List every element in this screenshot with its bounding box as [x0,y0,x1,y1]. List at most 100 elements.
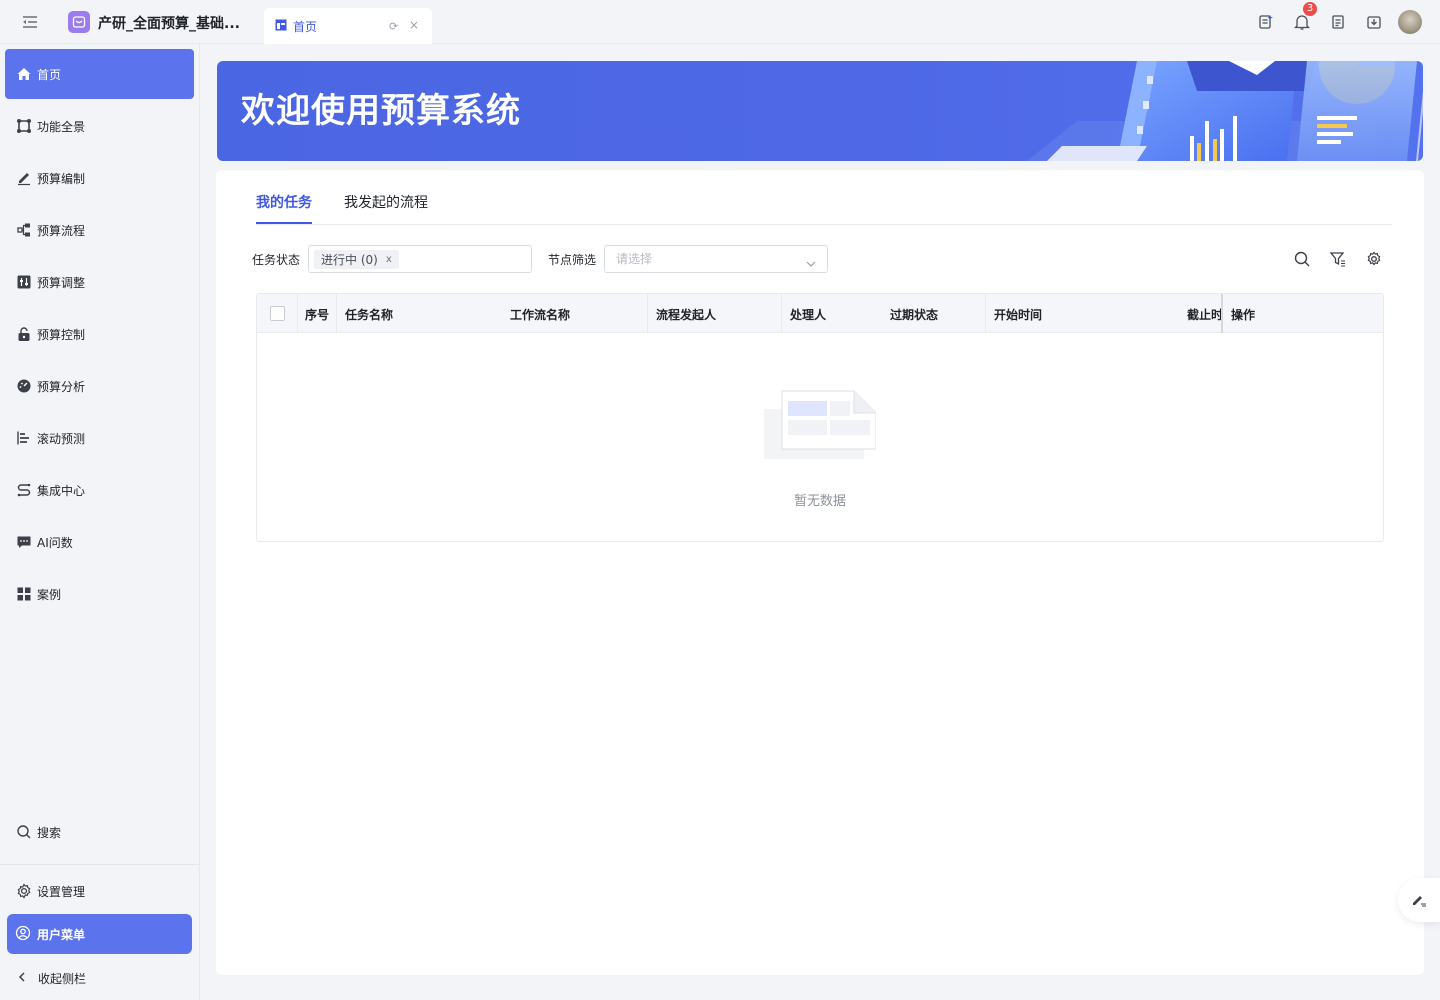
sidebar-item-label: 预算分析 [37,379,86,394]
select-all-checkbox[interactable] [270,306,285,321]
task-icon[interactable] [1248,8,1284,36]
node-filter-select[interactable]: 请选择 [604,245,828,273]
home-icon [16,66,32,82]
tab-my-tasks[interactable]: 我的任务 [256,192,312,224]
column-separator [985,294,986,333]
sidebar-item-label: 案例 [37,587,62,602]
collapse-menu-icon[interactable] [20,13,40,31]
user-menu-button[interactable]: 用户菜单 [7,914,192,954]
chip-close-icon[interactable]: x [386,254,392,265]
chat-icon [16,534,32,550]
sidebar-item-panorama[interactable]: 功能全景 [5,101,194,151]
sidebar-item-label: AI问数 [37,535,73,550]
edit-icon [16,170,32,186]
sidebar-settings[interactable]: 设置管理 [5,866,194,916]
download-icon[interactable] [1356,8,1392,36]
status-filter-label: 任务状态 [252,253,301,267]
sidebar-search[interactable]: 搜索 [5,807,194,857]
column-separator [647,294,648,333]
task-card: 我的任务 我发起的流程 任务状态 进行中 (0) x 节点筛选 请选择 序号 任… [216,170,1424,975]
sidebar-item-rolling-forecast[interactable]: 滚动预测 [5,413,194,463]
empty-text: 暂无数据 [793,494,846,509]
column-separator [781,294,782,333]
document-icon[interactable] [1320,8,1356,36]
sidebar-item-budget-analysis[interactable]: 预算分析 [5,361,194,411]
search-icon [16,824,32,840]
sidebar-item-budget-edit[interactable]: 预算编制 [5,153,194,203]
close-icon[interactable]: × [409,18,419,32]
empty-state: 暂无数据 [257,334,1383,541]
chevron-down-icon [805,253,817,279]
bell-icon[interactable]: 3 [1284,2,1320,36]
column-header[interactable]: 任务名称 [345,306,393,323]
sidebar-item-label: 预算调整 [37,275,86,290]
gear-icon[interactable] [1365,250,1383,268]
pen-icon [1410,890,1428,911]
sidebar-item-ai-query[interactable]: AI问数 [5,517,194,567]
table-header: 序号 任务名称 工作流名称 流程发起人 处理人 过期状态 开始时间 截止时 操作 [257,294,1383,333]
column-header[interactable]: 工作流名称 [510,306,570,323]
sidebar-item-integration[interactable]: 集成中心 [5,465,194,515]
banner-title: 欢迎使用预算系统 [241,91,521,131]
settings-label: 设置管理 [37,884,86,899]
sidebar-item-budget-flow[interactable]: 预算流程 [5,205,194,255]
welcome-banner: 欢迎使用预算系统 [217,61,1423,161]
forecast-icon [16,430,32,446]
node-filter-label: 节点筛选 [548,253,597,267]
collapse-sidebar-label: 收起侧栏 [38,972,87,986]
banner-illustration [1027,61,1423,161]
sidebar-item-budget-adjust[interactable]: 预算调整 [5,257,194,307]
sidebar-item-label: 首页 [37,67,62,82]
lock-icon [16,326,32,342]
user-menu-label: 用户菜单 [37,927,86,942]
column-header[interactable]: 过期状态 [890,306,938,323]
filter-icon[interactable] [1329,250,1347,268]
task-table: 序号 任务名称 工作流名称 流程发起人 处理人 过期状态 开始时间 截止时 操作 [256,293,1384,542]
refresh-icon[interactable]: ⟳ [389,20,398,33]
tab-home[interactable]: 首页 ⟳ × [264,8,432,44]
task-tabs: 我的任务 我发起的流程 [256,170,1392,225]
avatar[interactable] [1398,10,1422,34]
user-icon [15,925,31,944]
gear-icon [16,883,32,899]
sidebar-item-cases[interactable]: 案例 [5,569,194,619]
layout-icon [275,19,287,34]
tab-my-initiated[interactable]: 我发起的流程 [344,192,428,212]
status-filter-select[interactable]: 进行中 (0) x [308,245,532,273]
sidebar: 首页 功能全景 预算编制 预算流程 预算调整 预算控制 预算分析 滚动预测 集成… [0,44,200,1000]
column-header[interactable]: 处理人 [790,306,826,323]
flow-icon [16,222,32,238]
sidebar-item-label: 功能全景 [37,119,86,134]
column-separator [1221,294,1223,333]
adjust-icon [16,274,32,290]
top-bar: 产研_全面预算_基础... 首页 ⟳ × 3 [0,0,1440,44]
panorama-icon [16,118,32,134]
app-logo-icon [68,11,90,33]
integration-icon [16,482,32,498]
sidebar-divider [0,864,199,865]
column-header[interactable]: 操作 [1231,306,1255,323]
status-chip-label: 进行中 (0) [321,253,378,267]
column-header[interactable]: 序号 [305,306,329,323]
empty-illustration [764,390,876,459]
tab-home-label: 首页 [293,19,318,34]
grid-icon [16,586,32,602]
search-icon[interactable] [1293,250,1311,268]
node-filter-placeholder: 请选择 [616,252,653,266]
column-separator [336,294,337,333]
gauge-icon [16,378,32,394]
floating-edit-button[interactable] [1398,878,1440,922]
sidebar-item-budget-control[interactable]: 预算控制 [5,309,194,359]
collapse-sidebar-button[interactable]: 收起侧栏 [16,970,86,987]
sidebar-item-home[interactable]: 首页 [5,49,194,99]
column-header[interactable]: 截止时 [1187,306,1223,323]
column-header[interactable]: 流程发起人 [656,306,716,323]
app-title: 产研_全面预算_基础... [98,16,240,32]
column-header[interactable]: 开始时间 [994,306,1042,323]
status-chip: 进行中 (0) x [314,250,399,269]
top-right-toolbar: 3 [1248,2,1422,36]
sidebar-item-label: 预算流程 [37,223,86,238]
column-separator [297,294,298,333]
sidebar-item-label: 滚动预测 [37,431,86,446]
sidebar-item-label: 预算编制 [37,171,86,186]
